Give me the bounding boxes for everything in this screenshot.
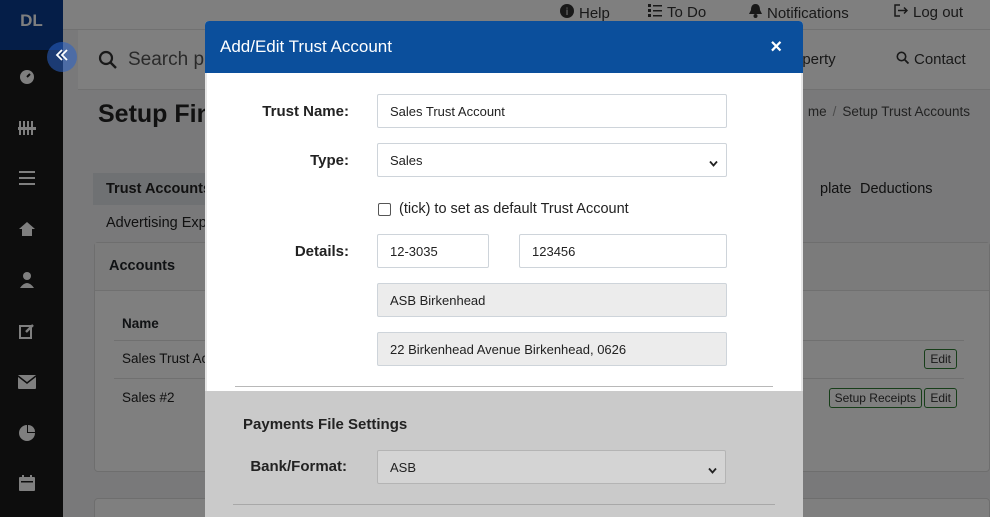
bank-address-field: 22 Birkenhead Avenue Birkenhead, 0626 xyxy=(377,332,727,366)
bank-format-label: Bank/Format: xyxy=(250,458,347,475)
payments-section-title: Payments File Settings xyxy=(243,416,408,433)
trust-account-modal: Add/Edit Trust Account × Trust Name: Sal… xyxy=(205,21,803,517)
account-number-input[interactable]: 123456 xyxy=(519,234,727,268)
default-account-checkbox[interactable] xyxy=(378,202,391,216)
type-label: Type: xyxy=(310,152,349,169)
bank-format-select[interactable]: ASB xyxy=(377,450,726,484)
double-chevron-left-icon xyxy=(55,48,69,66)
type-select-value: Sales xyxy=(390,152,423,168)
type-select[interactable]: Sales xyxy=(377,143,727,177)
bank-format-value: ASB xyxy=(390,459,417,475)
trust-name-label: Trust Name: xyxy=(262,103,349,120)
bank-branch-input[interactable]: 12-3035 xyxy=(377,234,489,268)
modal-body: Trust Name: Sales Trust Account Type: Sa… xyxy=(205,73,803,391)
trust-name-input[interactable]: Sales Trust Account xyxy=(377,94,727,128)
default-account-row: (tick) to set as default Trust Account xyxy=(378,201,629,217)
modal-title: Add/Edit Trust Account xyxy=(220,37,392,56)
chevron-down-icon xyxy=(708,463,717,474)
section-divider xyxy=(233,504,775,505)
default-account-label[interactable]: (tick) to set as default Trust Account xyxy=(399,201,629,217)
section-divider xyxy=(235,386,773,387)
bank-name-field: ASB Birkenhead xyxy=(377,283,727,317)
details-label: Details: xyxy=(294,243,349,260)
modal-header: Add/Edit Trust Account × xyxy=(205,21,803,73)
collapse-sidebar-button[interactable] xyxy=(47,42,77,72)
chevron-down-icon xyxy=(709,156,718,167)
payments-file-section: Payments File Settings Bank/Format: ASB xyxy=(205,391,803,517)
close-icon[interactable]: × xyxy=(764,34,788,61)
